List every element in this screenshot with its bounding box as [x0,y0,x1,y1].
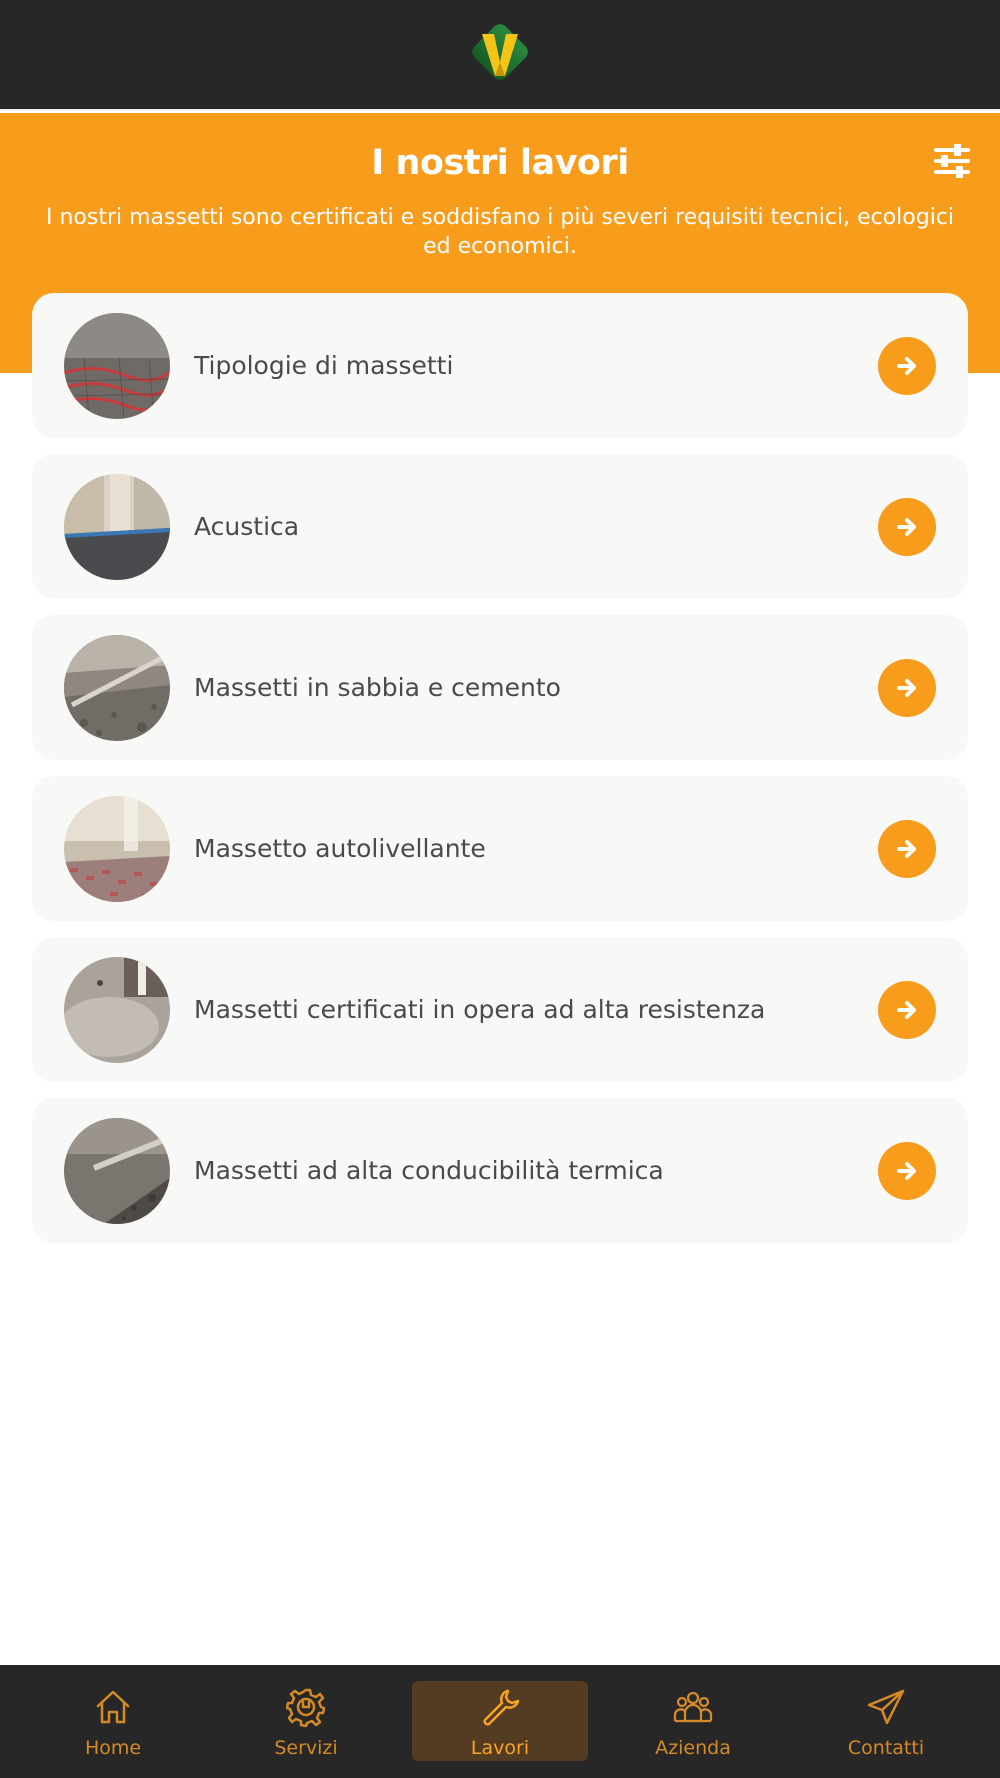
top-bar [0,0,1000,111]
list-item-label: Acustica [194,512,300,541]
tab-label: Azienda [655,1737,731,1759]
tab-lavori[interactable]: Lavori [400,1665,600,1778]
list-item[interactable]: Massetto autolivellante [32,776,968,921]
wrench-icon [483,1689,520,1726]
arrow-right-button[interactable] [878,981,936,1039]
arrow-right-icon [897,679,916,697]
list-item-label: Massetti in sabbia e cemento [194,673,561,702]
list-item-label: Tipologie di massetti [194,351,454,380]
list-item[interactable]: Massetti in sabbia e cemento [32,615,968,760]
list-item-label: Massetti ad alta conducibilità termica [194,1156,664,1185]
room-floor-photo [64,474,170,580]
v-diamond-logo[interactable] [466,18,534,86]
arrow-right-icon [897,1001,916,1019]
arrow-right-icon [897,357,916,375]
tab-servizi[interactable]: Servizi [206,1665,406,1778]
works-list: Tipologie di massetti Acustica Massetti … [32,293,968,1259]
arrow-right-button[interactable] [878,1142,936,1200]
arrow-right-icon [897,840,916,858]
people-icon [673,1691,713,1723]
arrow-right-button[interactable] [878,337,936,395]
tab-contatti[interactable]: Contatti [786,1665,986,1778]
arrow-right-button[interactable] [878,820,936,878]
high-strength-screed-photo [64,957,170,1063]
arrow-right-button[interactable] [878,659,936,717]
paper-plane-icon [867,1689,905,1725]
self-leveling-screed-photo [64,796,170,902]
bottom-tab-bar: Home Servizi Lavori Azienda Contatti [0,1665,1000,1778]
page-title: I nostri lavori [371,143,629,183]
screed-heating-pipes-photo [64,313,170,419]
arrow-right-icon [897,518,916,536]
list-item[interactable]: Acustica [32,454,968,599]
tab-label: Home [84,1737,142,1759]
tab-azienda[interactable]: Azienda [593,1665,793,1778]
arrow-right-button[interactable] [878,498,936,556]
sliders-icon[interactable] [932,143,972,179]
list-item[interactable]: Tipologie di massetti [32,293,968,438]
tab-home[interactable]: Home [13,1665,213,1778]
sand-cement-screed-photo [64,635,170,741]
tab-label: Contatti [847,1737,925,1759]
page-subtitle: I nostri massetti sono certificati e sod… [45,205,955,259]
tab-label: Lavori [470,1737,530,1759]
list-item-label: Massetto autolivellante [194,834,486,863]
list-item[interactable]: Massetti ad alta conducibilità termica [32,1098,968,1243]
list-item-label: Massetti certificati in opera ad alta re… [194,995,766,1024]
thermal-screed-photo [64,1118,170,1224]
gear-wrench-icon [286,1688,326,1727]
tab-label: Servizi [274,1737,338,1759]
home-icon [96,1690,130,1724]
arrow-right-icon [897,1162,916,1180]
list-item[interactable]: Massetti certificati in opera ad alta re… [32,937,968,1082]
